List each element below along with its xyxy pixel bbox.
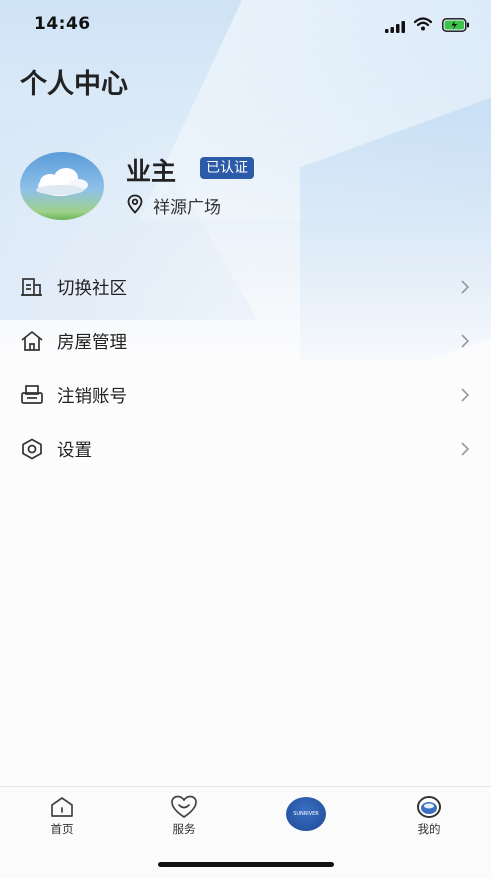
tab-label: 服务 (172, 822, 196, 836)
printer-icon (20, 384, 44, 406)
menu-item-settings[interactable]: 设置 (0, 422, 491, 476)
tab-label: 首页 (50, 822, 74, 836)
home-icon (22, 795, 102, 819)
wifi-icon (413, 16, 433, 35)
status-time: 14:46 (34, 14, 91, 34)
chevron-right-icon (460, 441, 470, 461)
brand-logo-icon: SUNRIVER (286, 797, 326, 831)
avatar[interactable] (20, 152, 104, 220)
chevron-right-icon (460, 387, 470, 407)
smile-heart-icon (144, 795, 224, 819)
battery-charging-icon (442, 17, 470, 36)
menu-item-label: 设置 (57, 440, 92, 461)
profile-avatar-icon (389, 795, 469, 819)
verified-badge: 已认证 (200, 157, 254, 179)
settings-menu: 切换社区 房屋管理 注销账号 设置 (0, 260, 491, 476)
menu-item-house-management[interactable]: 房屋管理 (0, 314, 491, 368)
chevron-right-icon (460, 279, 470, 299)
menu-item-label: 房屋管理 (57, 332, 127, 353)
chevron-right-icon (460, 333, 470, 353)
building-switch-icon (20, 276, 44, 298)
home-indicator[interactable] (158, 862, 334, 867)
user-name: 业主 (126, 157, 177, 186)
tab-services[interactable]: 服务 (144, 795, 224, 837)
menu-item-switch-community[interactable]: 切换社区 (0, 260, 491, 314)
house-icon (20, 330, 44, 352)
brand-logo-text: SUNRIVER (293, 811, 319, 817)
tab-home[interactable]: 首页 (22, 795, 102, 837)
community-location: 祥源广场 (153, 198, 221, 218)
tab-label: 我的 (417, 822, 441, 836)
cellular-signal-icon (385, 18, 407, 37)
hexagon-settings-icon (20, 438, 44, 460)
menu-item-label: 注销账号 (57, 386, 127, 407)
menu-item-label: 切换社区 (57, 278, 127, 299)
tab-brand[interactable]: SUNRIVER (266, 795, 346, 833)
status-bar: 14:46 (0, 0, 491, 50)
menu-item-delete-account[interactable]: 注销账号 (0, 368, 491, 422)
location-pin-icon (126, 194, 144, 218)
page-title: 个人中心 (20, 69, 128, 100)
tab-mine[interactable]: 我的 (389, 795, 469, 837)
